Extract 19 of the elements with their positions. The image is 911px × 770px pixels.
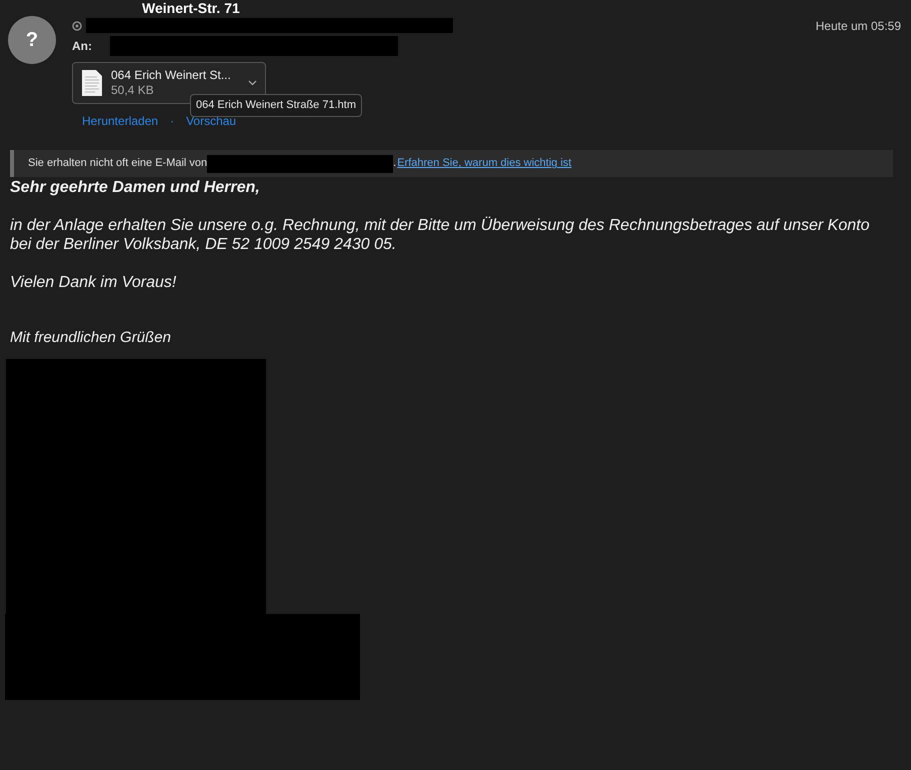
greeting-text: Sehr geehrte Damen und Herren, [10,178,261,197]
attachment-action-link[interactable]: Herunterladen [82,112,158,130]
closing-text: Mit freundlichen Grüßen [10,328,172,347]
tooltip: 064 Erich Weinert Straße 71.htm [190,94,362,116]
attachment-size: 50,4 KB [111,83,155,98]
date-label: Heute um 05:59 [816,18,902,35]
learn-more-link[interactable]: Erfahren Sie, warum dies wichtig ist [397,155,572,172]
avatar: ? [8,16,56,64]
to-label: An: [72,38,92,55]
body-paragraph: in der Anlage erhalten Sie unsere o.g. Rechnung, mit der Bitte um Überweisung des Rechnungsbetrages auf unser Konto bei der Berliner Volksbank, DE 52 1009 2549 2430 05. [10,216,870,254]
at-icon [72,20,82,30]
notice-text: Sie erhalten nicht oft eine E-Mail von [28,156,208,172]
separator-dot: · [170,113,174,130]
document-icon [81,69,103,97]
body-paragraph: Vielen Dank im Voraus! [10,273,178,292]
email-subject: Weinert-Str. 71 [141,0,241,16]
notice-punctuation: . [393,156,396,172]
attachment-name: 064 Erich Weinert St... [111,68,231,83]
chevron-down-icon [248,80,257,86]
